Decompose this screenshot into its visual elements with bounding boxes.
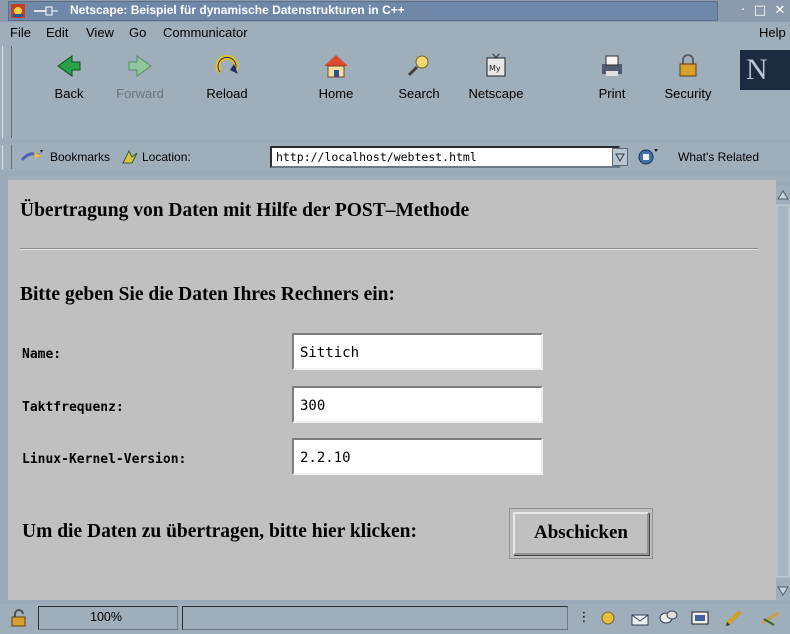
bookmarks-label[interactable]: Bookmarks: [50, 150, 110, 164]
vertical-scrollbar[interactable]: [776, 187, 790, 600]
menu-communicator[interactable]: Communicator: [163, 25, 248, 40]
minimize-icon[interactable]: ·: [735, 3, 751, 19]
kernel-version-label: Linux-Kernel-Version:: [22, 452, 187, 467]
form-intro: Bitte geben Sie die Daten Ihres Rechners…: [20, 284, 395, 305]
svg-text:My: My: [489, 64, 501, 73]
home-icon: [324, 55, 348, 78]
pin-icon[interactable]: [32, 3, 60, 19]
url-input[interactable]: http://localhost/webtest.html: [270, 146, 620, 168]
location-icon[interactable]: [120, 148, 140, 166]
chevron-down-icon: [615, 153, 625, 163]
kernel-version-field[interactable]: 2.2.10: [292, 438, 543, 475]
menu-view[interactable]: View: [86, 25, 114, 40]
bookmarks-icon[interactable]: [20, 148, 46, 166]
menu-bar: [0, 22, 790, 44]
page-heading: Übertragung von Daten mit Hilfe der POST…: [20, 200, 470, 221]
netscape-label: Netscape: [468, 86, 524, 101]
taktfrequenz-label: Taktfrequenz:: [22, 400, 124, 415]
menu-help[interactable]: Help: [759, 25, 786, 40]
my-netscape-icon: My: [486, 53, 506, 77]
security-label: Security: [664, 86, 712, 101]
menu-edit[interactable]: Edit: [46, 25, 68, 40]
online-status-icon[interactable]: [760, 609, 780, 627]
toolbar-grip[interactable]: [2, 46, 12, 138]
whats-related-icon[interactable]: [636, 147, 660, 167]
back-button[interactable]: Back: [37, 52, 101, 132]
location-label: Location:: [142, 150, 191, 164]
search-icon: [407, 55, 429, 77]
whats-related-label[interactable]: What's Related: [678, 150, 759, 164]
horizontal-rule: [20, 248, 758, 250]
reload-button[interactable]: Reload: [195, 52, 259, 132]
component-grip-icon[interactable]: ⋮: [574, 609, 594, 627]
submit-button[interactable]: Abschicken: [513, 512, 649, 555]
lock-icon: [679, 54, 697, 77]
print-icon: [602, 55, 622, 76]
name-label: Name:: [22, 347, 62, 362]
reload-label: Reload: [206, 86, 248, 101]
close-icon[interactable]: ✕: [772, 3, 788, 19]
back-arrow-icon: [57, 55, 81, 77]
netscape-button[interactable]: My Netscape: [464, 52, 528, 132]
forward-arrow-icon: [128, 55, 152, 77]
print-label: Print: [598, 86, 626, 101]
navigator-icon[interactable]: [598, 609, 618, 627]
home-label: Home: [318, 86, 354, 101]
taktfrequenz-field[interactable]: 300: [292, 386, 543, 423]
edit-pencil-icon[interactable]: [724, 609, 744, 627]
mail-icon[interactable]: [630, 609, 650, 627]
search-label: Search: [398, 86, 440, 101]
security-status-icon[interactable]: [8, 609, 30, 627]
submit-prompt: Um die Daten zu übertragen, bitte hier k…: [22, 521, 418, 542]
netscape-logo[interactable]: N: [740, 50, 790, 90]
name-field[interactable]: Sittich: [292, 333, 543, 370]
search-button[interactable]: Search: [387, 52, 451, 132]
maximize-icon[interactable]: □: [752, 3, 768, 19]
menu-go[interactable]: Go: [129, 25, 146, 40]
location-grip[interactable]: [2, 145, 12, 169]
forward-button[interactable]: Forward: [108, 52, 172, 132]
security-button[interactable]: Security: [656, 52, 720, 132]
forward-label: Forward: [116, 86, 164, 101]
status-message-box: [182, 606, 568, 630]
discussion-icon[interactable]: [658, 609, 678, 627]
back-label: Back: [54, 86, 84, 101]
print-button[interactable]: Print: [580, 52, 644, 132]
app-icon[interactable]: [10, 3, 26, 19]
url-dropdown-button[interactable]: [612, 148, 628, 166]
menu-file[interactable]: File: [10, 25, 31, 40]
zoom-level: 100%: [90, 610, 122, 624]
home-button[interactable]: Home: [304, 52, 368, 132]
composer-icon[interactable]: [690, 609, 710, 627]
reload-icon: [215, 54, 239, 74]
window-title: Netscape: Beispiel für dynamische Datens…: [70, 3, 405, 17]
